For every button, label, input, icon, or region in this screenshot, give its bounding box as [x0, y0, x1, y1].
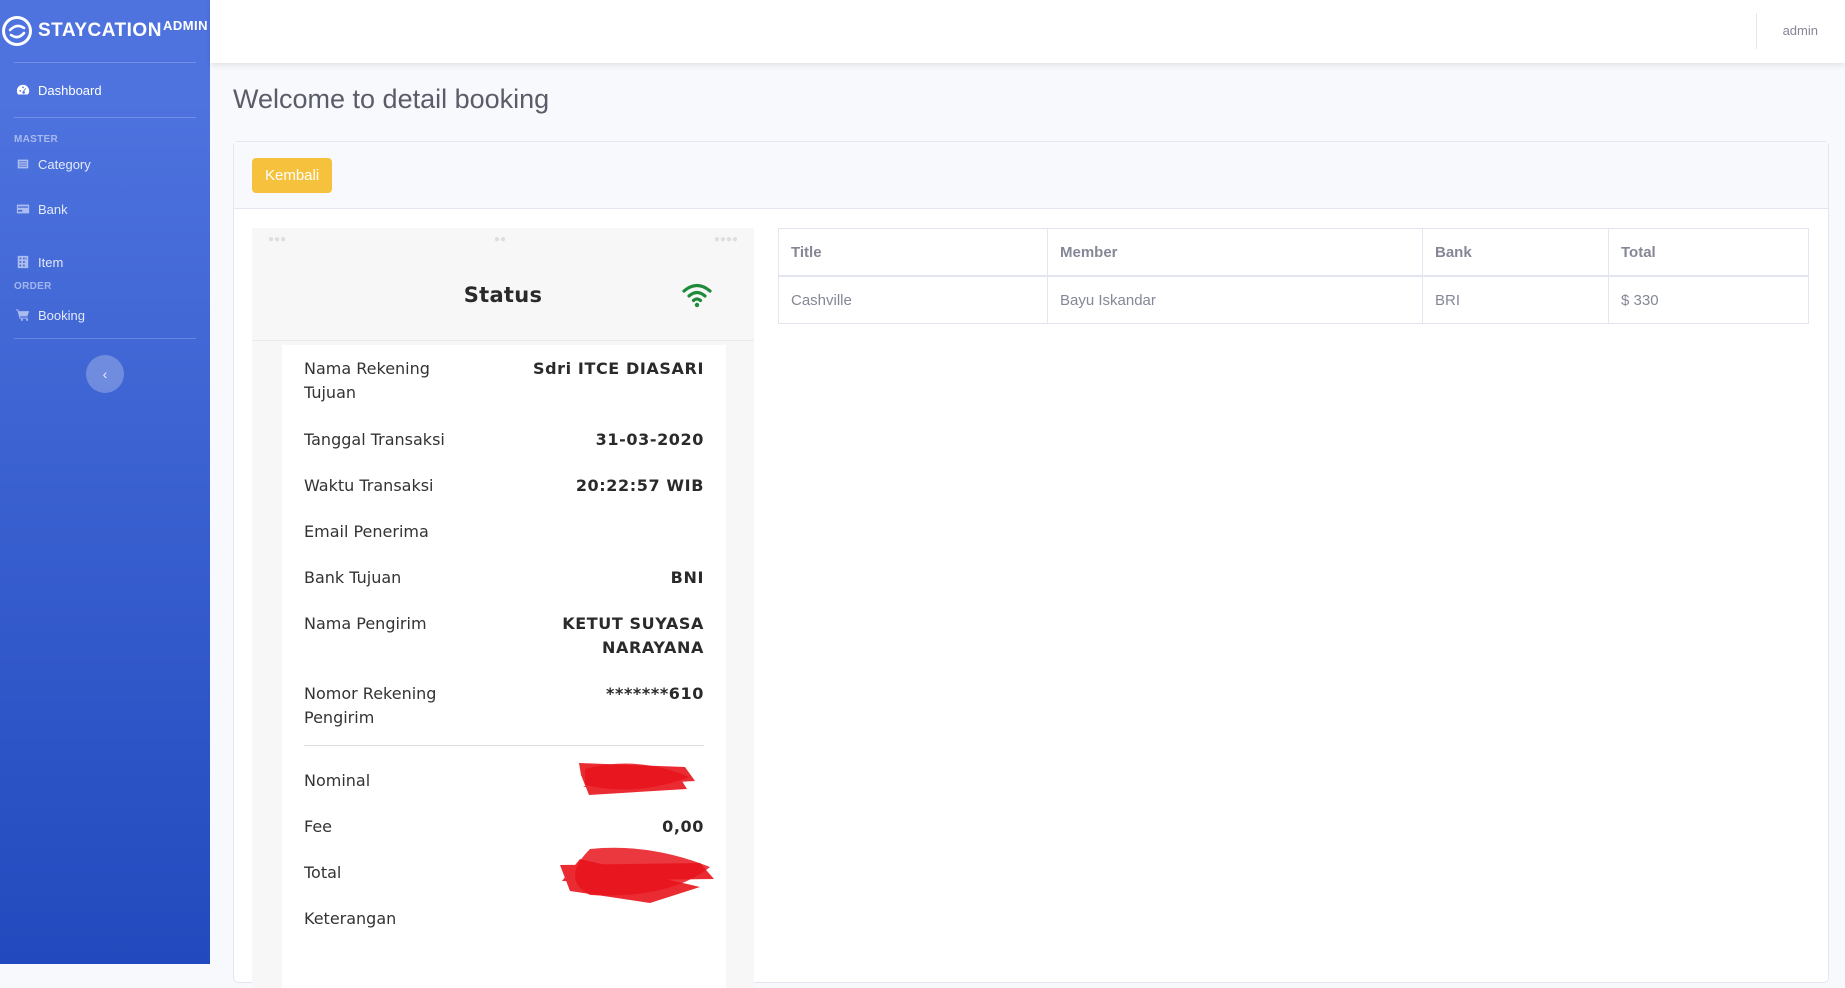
brand-name: STAYCATION — [38, 20, 162, 41]
list-icon — [17, 159, 29, 169]
receipt-label: Bank Tujuan — [304, 568, 402, 587]
receipt-label: Fee — [304, 817, 333, 836]
receipt-label: Nama Rekening Tujuan — [304, 359, 430, 402]
receipt-row: Email Penerima — [304, 520, 704, 544]
sidebar-divider — [14, 117, 196, 118]
sidebar-item-category[interactable]: Category — [0, 145, 210, 183]
sidebar-divider — [14, 338, 196, 339]
receipt-row: Nama Rekening Tujuan Sdri ITCE DIASARI — [304, 357, 704, 405]
brand-logo-icon — [2, 16, 32, 46]
topbar-divider — [1756, 13, 1757, 49]
receipt-body: Nama Rekening Tujuan Sdri ITCE DIASARI T… — [282, 345, 726, 988]
redaction-scribble — [579, 763, 695, 795]
credit-card-icon — [16, 204, 30, 214]
cell-title: Cashville — [778, 275, 1048, 324]
sidebar-item-label: Category — [38, 156, 91, 172]
receipt-title: Status — [463, 283, 543, 307]
receipt-row: Waktu Transaksi 20:22:57 WIB — [304, 474, 704, 498]
phone-status-bar: ●●● ●● ●●●● — [252, 228, 754, 250]
detail-card: Kembali ●●● ●● ●●●● Status Nama Rekening… — [233, 141, 1829, 988]
receipt-label: Nama Pengirim — [304, 614, 427, 633]
receipt-row: Tanggal Transaksi 31-03-2020 — [304, 428, 704, 452]
receipt-value: *******610 — [606, 684, 704, 703]
sidebar-item-label: Item — [38, 254, 64, 270]
sidebar-toggle-button[interactable]: ‹ — [86, 355, 124, 393]
receipt-value: 0,00 — [662, 817, 704, 836]
sidebar-item-booking[interactable]: Booking — [0, 292, 210, 338]
redaction-scribble — [560, 847, 714, 903]
payment-proof-image: ●●● ●● ●●●● Status Nama Rekening Tujuan … — [252, 228, 754, 988]
sidebar-heading-order: ORDER — [14, 281, 52, 292]
receipt-value: 20:22:57 WIB — [575, 476, 704, 495]
column-header-title: Title — [778, 228, 1048, 277]
receipt-row: Bank Tujuan BNI — [304, 566, 704, 590]
status-bar-left: ●●● — [268, 233, 287, 245]
topbar: admin — [210, 0, 1845, 63]
table-header-row: Title Member Bank Total — [778, 228, 1809, 277]
brand-suffix: ADMIN — [162, 17, 209, 33]
brand[interactable]: STAYCATION ADMIN — [0, 0, 210, 62]
sidebar-item-label: Dashboard — [38, 82, 102, 98]
receipt-label: Email Penerima — [304, 522, 429, 541]
chevron-left-icon: ‹ — [102, 366, 108, 382]
sidebar-item-label: Booking — [38, 307, 85, 323]
status-bar-right: ●●●● — [713, 233, 738, 245]
receipt-value: KETUT SUYASA NARAYANA — [562, 614, 704, 657]
shopping-cart-icon — [16, 309, 30, 321]
status-bar-center: ●● — [493, 233, 507, 245]
receipt-label: Total — [304, 863, 342, 882]
column-header-bank: Bank — [1422, 228, 1609, 277]
tachometer-icon — [16, 84, 30, 95]
receipt-row: Fee 0,00 — [304, 815, 704, 839]
booking-detail-table: Title Member Bank Total Cashville Bayu I… — [778, 228, 1809, 324]
sidebar-item-dashboard[interactable]: Dashboard — [0, 63, 210, 117]
cell-member: Bayu Iskandar — [1047, 275, 1423, 324]
receipt-value: 31-03-2020 — [595, 430, 704, 449]
receipt-value: Sdri ITCE DIASARI — [532, 359, 704, 378]
receipt-label: Keterangan — [304, 909, 397, 928]
receipt-label: Tanggal Transaksi — [304, 430, 445, 449]
receipt-header: Status — [252, 250, 754, 341]
receipt-row: Nama Pengirim KETUT SUYASA NARAYANA — [304, 612, 704, 660]
column-header-total: Total — [1608, 228, 1809, 277]
receipt-label: Nominal — [304, 771, 371, 790]
sidebar: STAYCATION ADMIN Dashboard MASTER Categor… — [0, 0, 210, 964]
user-menu[interactable]: admin — [1783, 23, 1818, 38]
cell-bank: BRI — [1422, 275, 1609, 324]
building-icon — [17, 255, 29, 269]
back-button[interactable]: Kembali — [252, 157, 333, 193]
sidebar-heading-master: MASTER — [14, 134, 59, 145]
receipt-label: Waktu Transaksi — [304, 476, 434, 495]
sidebar-item-bank[interactable]: Bank — [0, 183, 210, 235]
page-title: Welcome to detail booking — [233, 84, 550, 114]
cell-total: $ 330 — [1608, 275, 1809, 324]
wifi-icon — [682, 283, 712, 308]
receipt-label: Nomor Rekening Pengirim — [304, 684, 437, 727]
receipt-value: BNI — [670, 568, 704, 587]
table-row: Cashville Bayu Iskandar BRI $ 330 — [778, 275, 1809, 324]
sidebar-item-label: Bank — [38, 201, 68, 217]
card-header: Kembali — [234, 142, 1828, 209]
receipt-row: Nomor Rekening Pengirim *******610 — [304, 682, 704, 730]
column-header-member: Member — [1047, 228, 1423, 277]
